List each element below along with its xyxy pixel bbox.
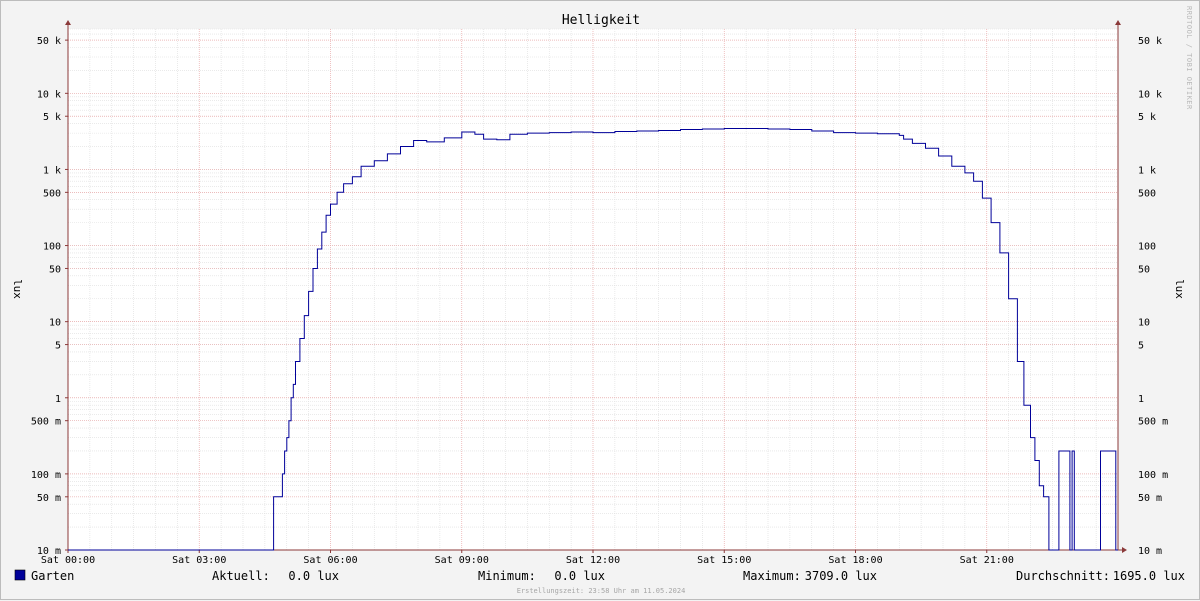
y-axis-label-right: lux xyxy=(1173,279,1186,299)
graph-frame: 10 m 10 m 50 m 50 m 100 m 100 m 500 m 500 m1155… xyxy=(0,0,1200,600)
stat-maximum-value: 3709.0 lux xyxy=(805,569,877,583)
y-tick-label-right: 10 m xyxy=(1138,546,1162,557)
stat-durchschnitt-label: Durchschnitt: xyxy=(1016,569,1110,583)
brightness-chart: 10 m 10 m50 m 50 m100 m 100 m500 m 500 m1 15 5… xyxy=(11,6,1193,595)
y-tick-label-left: 1 xyxy=(55,394,61,405)
x-tick-label: Sat 03:00 xyxy=(172,555,226,566)
chart-title: Helligkeit xyxy=(562,13,640,28)
y-axis-arrow-right xyxy=(1115,20,1121,25)
y-tick-label-right: 10 k xyxy=(1138,89,1162,100)
stat-aktuell-label: Aktuell: xyxy=(212,569,270,583)
footer-timestamp: Erstellungszeit: 23:58 Uhr am 11.05.2024 xyxy=(517,587,686,595)
x-axis-arrow xyxy=(1122,547,1127,553)
x-tick-label: Sat 09:00 xyxy=(435,555,489,566)
legend-series-name: Garten xyxy=(31,569,74,583)
y-tick-label-left: 50 xyxy=(49,264,61,275)
y-axis-arrow-left xyxy=(65,20,71,25)
y-tick-label-right: 500 xyxy=(1138,188,1156,199)
watermark: RRDTOOL / TOBI OETIKER xyxy=(1185,6,1193,110)
y-tick-label-right: 1 k xyxy=(1138,165,1156,176)
y-tick-label-left: 100 xyxy=(43,242,61,253)
y-tick-label-right: 50 k xyxy=(1138,36,1162,47)
y-tick-label-right: 10 xyxy=(1138,318,1150,329)
y-tick-label-right: 5 k xyxy=(1138,112,1156,123)
x-tick-label: Sat 15:00 xyxy=(697,555,751,566)
stat-minimum-value: 0.0 lux xyxy=(554,569,605,583)
stat-minimum-label: Minimum: xyxy=(478,569,536,583)
x-tick-label: Sat 06:00 xyxy=(303,555,357,566)
y-tick-label-left: 5 k xyxy=(43,112,61,123)
y-tick-label-right: 5 xyxy=(1138,341,1144,352)
y-tick-label-left: 50 m xyxy=(37,493,61,504)
x-tick-label: Sat 18:00 xyxy=(828,555,882,566)
y-tick-label-right: 50 xyxy=(1138,264,1150,275)
y-tick-label-right: 100 m xyxy=(1138,470,1168,481)
y-tick-label-right: 500 m xyxy=(1138,417,1168,428)
y-tick-label-right: 100 xyxy=(1138,242,1156,253)
stat-aktuell-value: 0.0 lux xyxy=(288,569,339,583)
y-tick-label-left: 500 xyxy=(43,188,61,199)
y-tick-label-right: 50 m xyxy=(1138,493,1162,504)
y-tick-label-left: 50 k xyxy=(37,36,61,47)
x-tick-label: Sat 00:00 xyxy=(41,555,95,566)
stat-maximum-label: Maximum: xyxy=(743,569,801,583)
y-axis-label-left: lux xyxy=(11,279,24,299)
y-tick-label-left: 100 m xyxy=(31,470,61,481)
x-tick-label: Sat 21:00 xyxy=(960,555,1014,566)
y-tick-label-left: 1 k xyxy=(43,165,61,176)
y-tick-label-right: 1 xyxy=(1138,394,1144,405)
y-tick-label-left: 10 k xyxy=(37,89,61,100)
legend-swatch xyxy=(14,569,26,581)
x-tick-label: Sat 12:00 xyxy=(566,555,620,566)
y-tick-label-left: 500 m xyxy=(31,417,61,428)
stat-durchschnitt-value: 1695.0 lux xyxy=(1113,569,1185,583)
y-tick-label-left: 5 xyxy=(55,341,61,352)
y-tick-label-left: 10 xyxy=(49,318,61,329)
